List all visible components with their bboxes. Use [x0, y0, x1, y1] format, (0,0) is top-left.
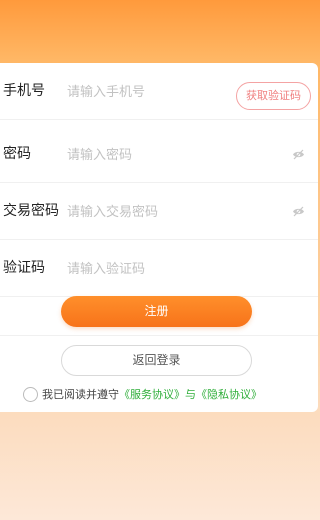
verify-code-label: 验证码	[3, 260, 45, 276]
verify-code-input[interactable]	[67, 258, 227, 280]
trade-password-label: 交易密码	[3, 203, 59, 219]
phone-row: 手机号 获取验证码	[0, 63, 318, 120]
agreement-line: 我已阅读并遵守《服务协议》与《隐私协议》	[23, 386, 262, 404]
phone-label: 手机号	[3, 83, 45, 99]
eye-hidden-icon[interactable]	[292, 206, 305, 217]
get-code-button[interactable]: 获取验证码	[236, 82, 311, 110]
register-button[interactable]: 注册	[61, 296, 252, 327]
phone-input[interactable]	[67, 81, 227, 103]
password-input[interactable]	[67, 144, 227, 166]
verify-code-row: 验证码	[0, 240, 318, 297]
back-to-login-button[interactable]: 返回登录	[61, 345, 252, 376]
agreement-radio[interactable]	[23, 386, 38, 402]
password-label: 密码	[3, 146, 31, 162]
eye-hidden-icon[interactable]	[292, 149, 305, 160]
agreement-conjunction: 与	[185, 388, 196, 401]
divider	[0, 335, 318, 336]
privacy-agreement-link[interactable]: 《隐私协议》	[196, 388, 262, 401]
agreement-prefix: 我已阅读并遵守	[42, 388, 119, 401]
password-row: 密码	[0, 126, 318, 183]
trade-password-input[interactable]	[67, 201, 227, 223]
service-agreement-link[interactable]: 《服务协议》	[119, 388, 185, 401]
trade-password-row: 交易密码	[0, 183, 318, 240]
